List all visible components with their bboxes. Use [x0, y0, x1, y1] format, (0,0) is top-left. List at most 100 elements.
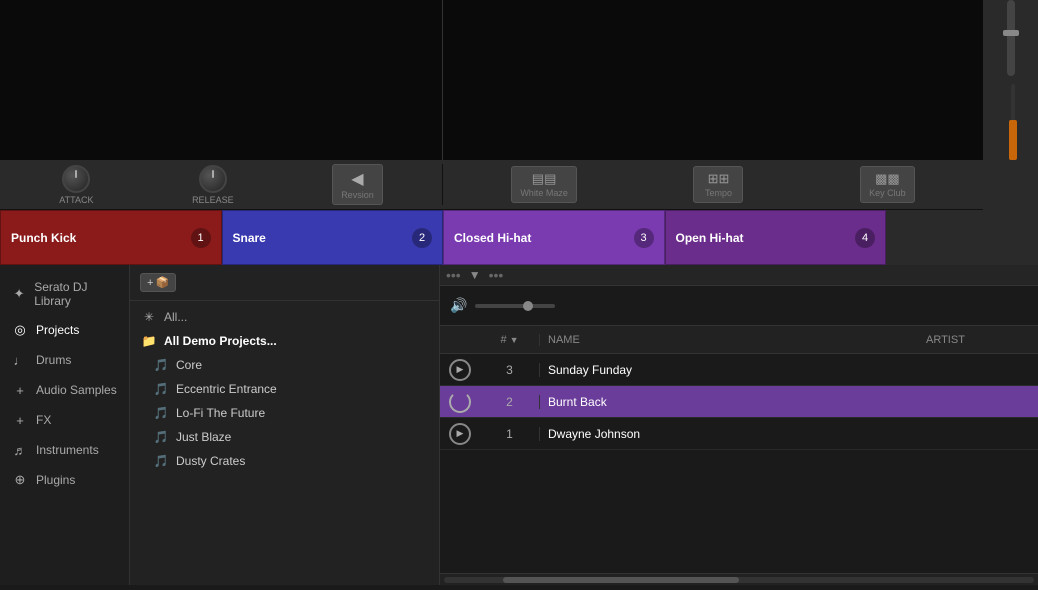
track-num-track1: 3 [480, 363, 540, 377]
play-circle-track2[interactable] [449, 391, 471, 413]
eccentric-item[interactable]: 🎵 Eccentric Entrance [130, 377, 439, 401]
sidebar-icon-instruments: ♬ [12, 442, 28, 458]
track-play-btn-track3[interactable]: ▶ [440, 423, 480, 445]
sidebar-item-instruments[interactable]: ♬ Instruments [0, 435, 129, 465]
waveform-right [443, 0, 983, 160]
eccentric-label: Eccentric Entrance [176, 382, 277, 396]
tempo-button[interactable]: ⊞⊞ Tempo [693, 166, 743, 203]
dusty-crates-item[interactable]: 🎵 Dusty Crates [130, 449, 439, 473]
pads-area: Punch Kick 1 Snare 2 Closed Hi-hat 3 Ope… [0, 210, 1038, 265]
volume-icon: 🔊 [450, 297, 467, 314]
volume-slider-vert[interactable] [1007, 0, 1015, 76]
play-circle-track1[interactable]: ▶ [449, 359, 471, 381]
attack-knob[interactable] [62, 165, 90, 193]
track-row-track1[interactable]: ▶ 3 Sunday Funday [440, 354, 1038, 386]
core-item[interactable]: 🎵 Core [130, 353, 439, 377]
header-name-col: NAME [540, 334, 918, 346]
folder-icon: 📁 [142, 334, 156, 348]
all-files-item[interactable]: ✳ All... [130, 305, 439, 329]
track-name-track3: Dwayne Johnson [540, 427, 918, 441]
bottom-scrollbar[interactable] [440, 573, 1038, 585]
add-project-button[interactable]: + 📦 [140, 273, 176, 292]
sidebar-item-audio_samples[interactable]: + Audio Samples [0, 375, 129, 405]
white-maze-button[interactable]: ▤▤ White Maze [511, 166, 577, 203]
sidebar-icon-projects: ◎ [12, 322, 28, 338]
track-list-top-bar: ••• ▼ ••• [440, 265, 1038, 286]
attack-knob-group: Attack [59, 165, 93, 205]
key-club-button[interactable]: ▩▩ Key Club [860, 166, 915, 203]
release-knob-group: Release [192, 165, 234, 205]
track-controls: 🔊 [440, 286, 1038, 326]
play-circle-track3[interactable]: ▶ [449, 423, 471, 445]
track-name-track2: Burnt Back [540, 395, 918, 409]
music-icon-lofi: 🎵 [154, 406, 168, 420]
track-list-area: ••• ▼ ••• 🔊 # ▼ NAME ARTIST [440, 265, 1038, 585]
arrow-down[interactable]: ▼ [469, 268, 481, 282]
sidebar-icon-fx: + [12, 412, 28, 428]
music-icon-just-blaze: 🎵 [154, 430, 168, 444]
controls-bar: Attack Release ◀ Revsion ▤▤ White Maze ⊞… [0, 160, 1038, 210]
header-num-col: # ▼ [480, 334, 540, 346]
package-icon: 📦 [155, 276, 169, 289]
pads-right-spacer [886, 210, 1038, 265]
track-list-header: # ▼ NAME ARTIST [440, 326, 1038, 354]
track-row-track3[interactable]: ▶ 1 Dwayne Johnson [440, 418, 1038, 450]
music-icon-eccentric: 🎵 [154, 382, 168, 396]
release-knob[interactable] [199, 165, 227, 193]
release-label: Release [192, 195, 234, 205]
just-blaze-item[interactable]: 🎵 Just Blaze [130, 425, 439, 449]
plus-icon: + [147, 277, 153, 289]
lofi-item[interactable]: 🎵 Lo-Fi The Future [130, 401, 439, 425]
all-demo-label: All Demo Projects... [164, 334, 277, 348]
revsion-button[interactable]: ◀ Revsion [332, 164, 383, 205]
drum-pad-closed_hihat[interactable]: Closed Hi-hat 3 [443, 210, 665, 265]
drum-pad-snare[interactable]: Snare 2 [222, 210, 444, 265]
sidebar-label-instruments: Instruments [36, 443, 99, 457]
track-num-track3: 1 [480, 427, 540, 441]
track-play-btn-track1[interactable]: ▶ [440, 359, 480, 381]
sidebar-item-projects[interactable]: ◎ Projects [0, 315, 129, 345]
drum-pad-num-punch_kick: 1 [191, 228, 211, 248]
track-num-track2: 2 [480, 395, 540, 409]
sidebar: ✦ Serato DJ Library ◎ Projects ♩ Drums +… [0, 265, 130, 585]
volume-slider[interactable] [475, 304, 555, 308]
file-browser-list: ✳ All... 📁 All Demo Projects... 🎵 Core 🎵… [130, 301, 439, 585]
drum-pad-label-closed_hihat: Closed Hi-hat [454, 231, 531, 245]
dots-right[interactable]: ••• [489, 267, 504, 283]
waveform-area [0, 0, 1038, 160]
sidebar-item-serato_library[interactable]: ✦ Serato DJ Library [0, 273, 129, 315]
sidebar-icon-audio_samples: + [12, 382, 28, 398]
key-club-label: Key Club [869, 188, 906, 198]
sidebar-label-projects: Projects [36, 323, 79, 337]
white-maze-label: White Maze [520, 188, 568, 198]
file-browser-header: + 📦 [130, 265, 439, 301]
gain-slider-vert[interactable] [1011, 84, 1015, 160]
file-browser: + 📦 ✳ All... 📁 All Demo Projects... 🎵 Co… [130, 265, 440, 585]
sidebar-item-plugins[interactable]: ⊕ Plugins [0, 465, 129, 495]
scrollbar-track [444, 577, 1034, 583]
drum-pad-label-snare: Snare [233, 231, 266, 245]
track-row-track2[interactable]: 2 Burnt Back [440, 386, 1038, 418]
drum-pad-open_hihat[interactable]: Open Hi-hat 4 [665, 210, 887, 265]
all-demo-projects-item[interactable]: 📁 All Demo Projects... [130, 329, 439, 353]
drum-pad-num-open_hihat: 4 [855, 228, 875, 248]
waveform-left [0, 0, 443, 160]
tracks-list: ▶ 3 Sunday Funday 2 Burnt Back ▶ 1 Dwayn… [440, 354, 1038, 450]
music-icon-dusty: 🎵 [154, 454, 168, 468]
drum-pads: Punch Kick 1 Snare 2 Closed Hi-hat 3 Ope… [0, 210, 886, 265]
dots-left[interactable]: ••• [446, 267, 461, 283]
drum-pad-punch_kick[interactable]: Punch Kick 1 [0, 210, 222, 265]
scrollbar-thumb [503, 577, 739, 583]
sidebar-label-drums: Drums [36, 353, 71, 367]
drum-pad-num-snare: 2 [412, 228, 432, 248]
header-artist-col: ARTIST [918, 334, 1038, 346]
sort-icon[interactable]: ▼ [510, 335, 519, 345]
track-name-track1: Sunday Funday [540, 363, 918, 377]
sidebar-item-fx[interactable]: + FX [0, 405, 129, 435]
sidebar-item-drums[interactable]: ♩ Drums [0, 345, 129, 375]
track-play-btn-track2[interactable] [440, 391, 480, 413]
tempo-label: Tempo [705, 188, 732, 198]
asterisk-icon: ✳ [142, 310, 156, 324]
sidebar-label-fx: FX [36, 413, 51, 427]
waveform-side [983, 0, 1038, 160]
